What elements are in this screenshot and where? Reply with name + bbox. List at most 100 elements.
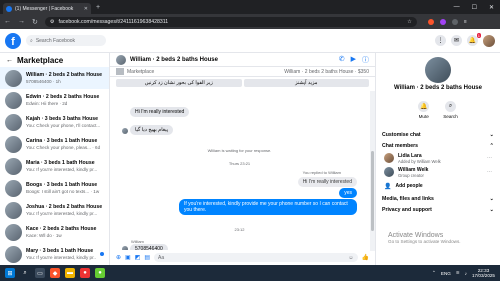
search-input[interactable]: ⌕ Search Facebook (26, 35, 106, 46)
conversation-item[interactable]: Kace · 2 beds 2 baths House Kace: Wll do … (0, 221, 109, 243)
reload-icon[interactable]: ↻ (32, 18, 38, 26)
info-icon[interactable]: ⓘ (362, 55, 369, 65)
app-icon[interactable]: ● (95, 268, 105, 278)
back-arrow-icon[interactable]: ← (6, 57, 13, 64)
emoji-icon[interactable]: ☺ (348, 255, 353, 261)
chevron-down-icon: ⌄ (489, 195, 494, 202)
member-row[interactable]: Lidia Lara Added by William Welk ⋯ (376, 151, 500, 165)
search-icon[interactable]: ⌕ (20, 268, 30, 278)
more-icon[interactable]: ⋯ (487, 169, 492, 175)
conversation-item[interactable]: Maria · 3 beds 1 bath House You: If you'r… (0, 155, 109, 177)
timestamp: Thurs 23:21 (228, 161, 251, 166)
conversation-name: Edwin · 2 beds 2 baths House (26, 94, 100, 100)
bookmark-star-icon[interactable]: ☆ (407, 19, 412, 25)
conversation-avatar (5, 135, 22, 153)
close-tab-icon[interactable]: ✕ (84, 6, 88, 12)
conversation-item[interactable]: Mary · 3 beds 1 bath House You: If you're… (0, 243, 109, 265)
brave-shield-icon[interactable] (427, 18, 434, 25)
member-row[interactable]: William Welk Group creator ⋯ (376, 165, 500, 179)
notifications-icon[interactable]: 🔔 1 (467, 33, 481, 46)
app-icon[interactable]: ● (80, 268, 90, 278)
extensions: ≡ (427, 18, 467, 25)
conversation-text: Kace · 2 beds 2 baths House Kace: Wll do … (26, 226, 104, 238)
customise-chat-section[interactable]: Customise chat ⌄ (376, 129, 500, 140)
gif-icon[interactable]: ▤ (144, 254, 150, 261)
phone-icon[interactable]: ✆ (339, 55, 345, 65)
add-person-icon: 👤 (384, 183, 392, 190)
clock[interactable]: 22:33 17/03/2025 (472, 268, 495, 278)
search-placeholder: Search Facebook (35, 37, 76, 44)
url-bar[interactable]: ⚙ facebook.com/messages/t/24111619638428… (44, 16, 417, 27)
message-input[interactable]: Aa ☺ (154, 253, 358, 262)
back-icon[interactable]: ← (4, 18, 11, 25)
listing-bar[interactable]: Marketplace William · 2 beds 2 baths Hou… (110, 67, 375, 77)
messenger-icon[interactable]: ✉ (451, 35, 462, 46)
activate-windows-watermark: Activate Windows Go to Settings to activ… (388, 232, 461, 244)
add-people-button[interactable]: 👤 Add people (376, 179, 500, 193)
chat-scrollbar[interactable] (370, 91, 375, 251)
chat-members-section[interactable]: Chat members ⌃ (376, 140, 500, 151)
menu-grid-icon[interactable]: ⋮ (435, 35, 446, 46)
browser-tab-bar: (1) Messenger | Facebook ✕ + — ☐ ✕ (0, 0, 500, 14)
message-placeholder: Aa (158, 254, 165, 261)
chat-panel: William · 2 beds 2 baths House ✆ ▶ ⓘ Mar… (110, 53, 376, 265)
chevron-up-icon: ⌃ (489, 142, 494, 149)
like-icon[interactable]: 👍 (362, 254, 369, 261)
conversation-name: Joshua · 2 beds 2 baths House (26, 204, 103, 210)
browser-tab[interactable]: (1) Messenger | Facebook ✕ (3, 3, 91, 14)
language-indicator[interactable]: ENG (441, 271, 451, 276)
conversation-preview: 5708546400 · 1h (26, 79, 61, 84)
wifi-icon[interactable]: ≋ (456, 270, 460, 276)
info-actions: 🔔 Mute ⌕ Search (376, 101, 500, 119)
chat-members-label: Chat members (382, 142, 419, 149)
more-icon[interactable]: ⋯ (487, 155, 492, 161)
media-section[interactable]: Media, files and links ⌄ (376, 193, 500, 204)
close-window-icon[interactable]: ✕ (489, 4, 494, 11)
conversation-avatar (5, 157, 22, 175)
image-icon[interactable]: ▣ (125, 254, 131, 261)
chevron-up-icon[interactable]: ⌃ (432, 270, 436, 276)
new-tab-button[interactable]: + (96, 4, 100, 11)
sticker-icon[interactable]: ◩ (135, 254, 141, 261)
group-name: William · 2 beds 2 baths House (394, 85, 482, 91)
more-options-button[interactable]: مزید آپشنز (243, 79, 369, 87)
search-button[interactable]: ⌕ Search (443, 101, 458, 119)
facebook-logo-icon[interactable]: f (5, 32, 21, 49)
profile-avatar[interactable] (483, 34, 495, 47)
privacy-section[interactable]: Privacy and support ⌄ (376, 204, 500, 215)
maximize-icon[interactable]: ☐ (472, 4, 477, 11)
scroll-thumb[interactable] (371, 151, 374, 231)
member-subtitle: Added by William Welk (398, 158, 441, 164)
conversation-text: Boogs · 3 beds 1 bath House Boogs: I stil… (26, 182, 104, 194)
puzzle-icon[interactable] (451, 18, 458, 25)
video-icon[interactable]: ▶ (351, 55, 356, 65)
listing-price: William · 2 beds 2 baths House · $350 (284, 68, 369, 75)
start-icon[interactable]: ⊞ (5, 268, 15, 278)
conversation-item[interactable]: Joshua · 2 beds 2 baths House You: If you… (0, 199, 109, 221)
search-icon: ⌕ (30, 37, 33, 44)
waiting-notice: William is waiting for your response. (207, 148, 272, 153)
conversation-preview: Boogs: I still ain't got no texts... · 1… (26, 189, 100, 194)
menu-icon[interactable]: ≡ (464, 19, 467, 25)
site-info-icon[interactable]: ⚙ (50, 19, 55, 25)
task-view-icon[interactable]: ▭ (35, 268, 45, 278)
conversation-item[interactable]: Carina · 3 beds 1 bath House You: Check y… (0, 133, 109, 155)
extension-icon[interactable] (439, 18, 446, 25)
mute-button[interactable]: 🔔 Mute (418, 101, 430, 119)
conversation-item[interactable]: William · 2 beds 2 baths House 5708546400… (0, 67, 109, 89)
forward-icon[interactable]: → (18, 18, 25, 25)
mark-pending-button[interactable]: زیر الفوا کی بحور نشان زد کرنیں (116, 79, 242, 87)
conversation-item[interactable]: Boogs · 3 beds 1 bath House Boogs: I stil… (0, 177, 109, 199)
conversation-item[interactable]: Edwin · 2 beds 2 baths House Edwin: Hii t… (0, 89, 109, 111)
conversation-item[interactable]: Kajah · 3 beds 3 baths House You: Check y… (0, 111, 109, 133)
file-explorer-icon[interactable]: ▬ (65, 268, 75, 278)
address-bar-row: ← → ↻ ⚙ facebook.com/messages/t/24111619… (0, 14, 500, 29)
brave-app-icon[interactable]: ◆ (50, 268, 60, 278)
volume-icon[interactable]: ♪ (465, 271, 467, 276)
minimize-icon[interactable]: — (454, 4, 460, 11)
conversation-preview: Edwin: Hii there · 2d (26, 101, 68, 106)
conversation-avatar (5, 201, 22, 219)
chat-header-actions: ✆ ▶ ⓘ (339, 55, 369, 65)
plus-icon[interactable]: ⊕ (116, 254, 121, 261)
activate-title: Activate Windows (388, 232, 444, 239)
